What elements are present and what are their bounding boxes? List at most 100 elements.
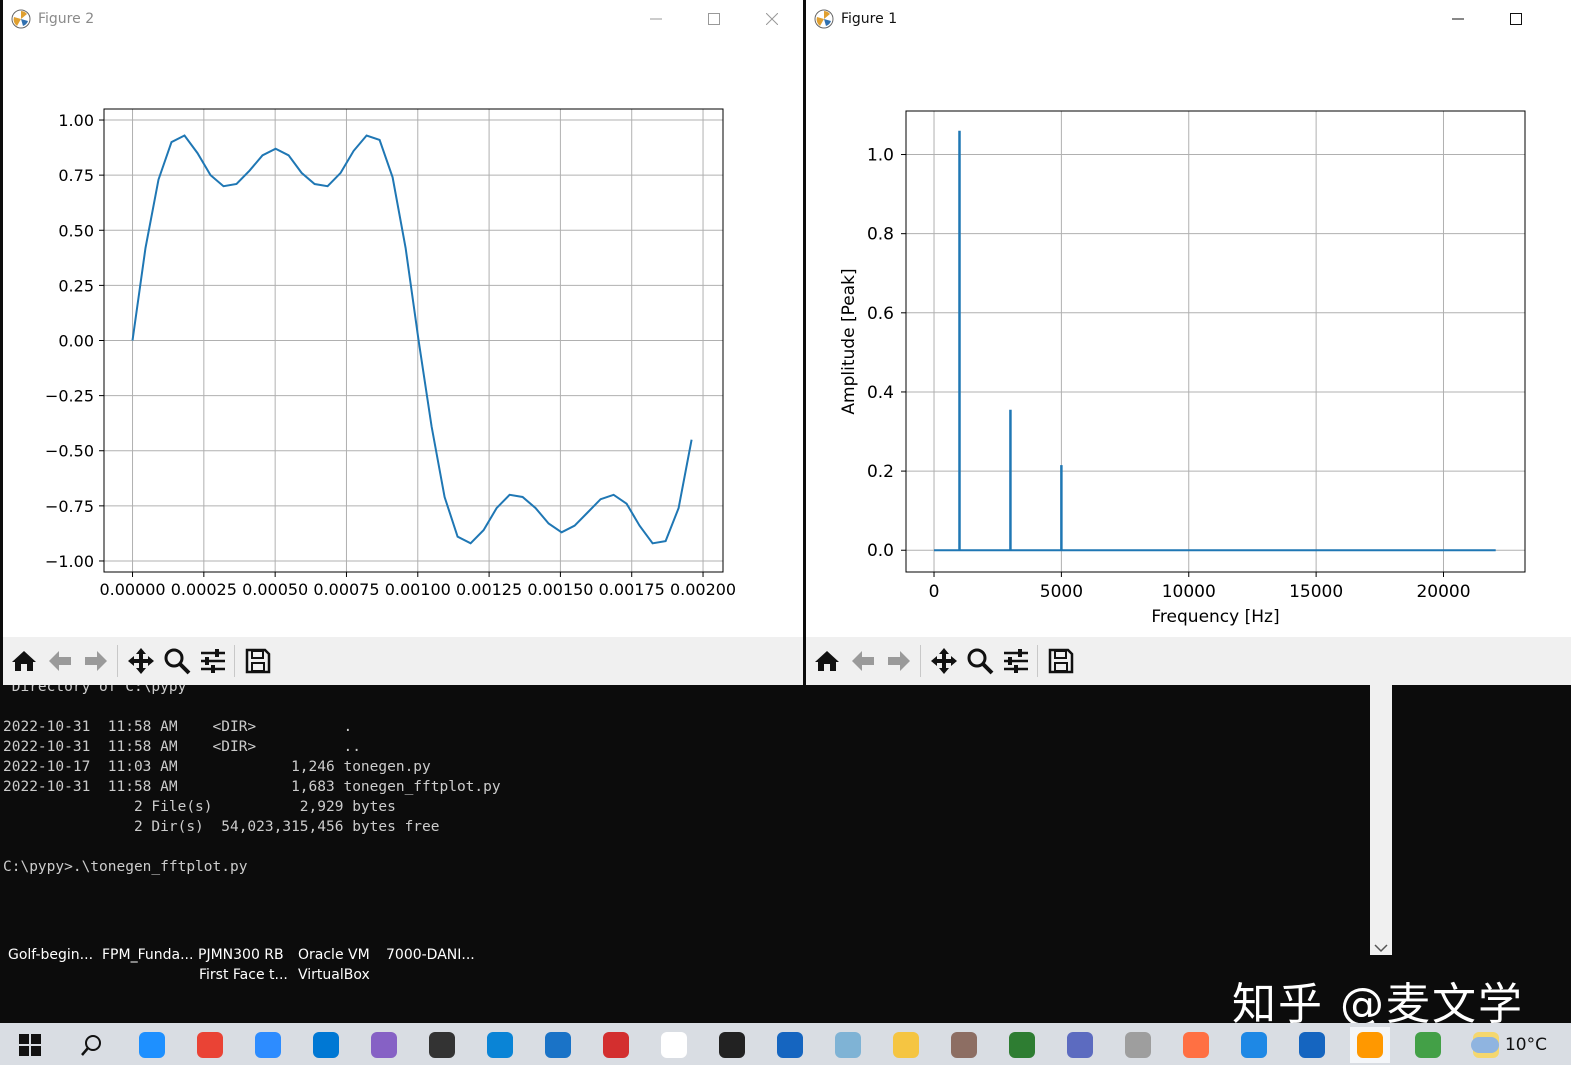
taskbar-app-button[interactable]	[944, 1027, 984, 1063]
minimize-button[interactable]	[1435, 6, 1481, 32]
console-line: 2022-10-31 11:58 AM <DIR> ..	[3, 739, 361, 755]
maximize-icon	[708, 13, 720, 25]
scroll-down-arrow-icon[interactable]	[1374, 943, 1388, 953]
taskbar-app-button[interactable]	[1292, 1027, 1332, 1063]
forward-arrow-icon	[888, 651, 910, 671]
forward-button[interactable]	[79, 644, 113, 678]
back-arrow-icon	[49, 651, 71, 671]
x-tick-label: 0.00050	[242, 580, 308, 599]
pan-button[interactable]	[124, 644, 158, 678]
matplotlib-logo-icon	[814, 9, 834, 29]
figure-1-window[interactable]: Figure 1 0 5000 10000 15000 20000 0.0 0.2 0.4 0.…	[806, 0, 1571, 685]
close-button[interactable]	[749, 6, 795, 32]
app-icon	[197, 1032, 223, 1058]
figure-2-plot[interactable]: 0.00000 0.00025 0.00050 0.00075 0.00100 0.001…	[3, 38, 803, 637]
desktop-icon-label[interactable]: First Face t...	[199, 967, 288, 983]
configure-subplots-button[interactable]	[999, 644, 1033, 678]
home-icon	[12, 651, 36, 671]
app-icon	[719, 1032, 745, 1058]
y-tick-label: −0.25	[45, 387, 94, 406]
x-tick-label: 20000	[1416, 582, 1470, 602]
pan-button[interactable]	[927, 644, 961, 678]
taskbar-app-button[interactable]	[248, 1027, 288, 1063]
figure-1-title: Figure 1	[841, 11, 898, 27]
pan-icon	[931, 648, 957, 674]
console-output[interactable]: Directory of C:\pypy 2022-10-31 11:58 AM…	[0, 685, 1370, 955]
zoom-button[interactable]	[160, 644, 194, 678]
y-tick-label: −0.75	[45, 497, 94, 516]
desktop-icon-label[interactable]: VirtualBox	[298, 967, 370, 983]
taskbar-app-button[interactable]	[770, 1027, 810, 1063]
pan-icon	[128, 648, 154, 674]
console-prompt-line: C:\pypy>.\tonegen_fftplot.py	[3, 859, 248, 875]
save-button[interactable]	[1044, 644, 1078, 678]
y-tick-label: −0.50	[45, 442, 94, 461]
y-tick-label: 0.50	[58, 221, 94, 240]
x-tick-label: 0.00175	[599, 580, 665, 599]
console-line: 2 File(s) 2,929 bytes	[3, 799, 396, 815]
start-button[interactable]	[10, 1027, 50, 1063]
minimize-button[interactable]	[633, 6, 679, 32]
taskbar-app-button[interactable]	[1350, 1027, 1390, 1063]
desktop-icon-label[interactable]: Golf-begin...	[8, 947, 93, 963]
console-scrollbar[interactable]	[1370, 685, 1392, 955]
taskbar-app-button[interactable]	[132, 1027, 172, 1063]
search-button[interactable]	[72, 1027, 112, 1063]
figure-2-window[interactable]: Figure 2 0.00000 0.00025 0.00050 0.00075 0.0…	[3, 0, 803, 685]
home-button[interactable]	[810, 644, 844, 678]
taskbar-app-button[interactable]	[1002, 1027, 1042, 1063]
taskbar-app-button[interactable]	[538, 1027, 578, 1063]
taskbar-app-button[interactable]	[1060, 1027, 1100, 1063]
save-button[interactable]	[241, 644, 275, 678]
taskbar-app-button[interactable]	[190, 1027, 230, 1063]
maximize-icon	[1510, 13, 1522, 25]
taskbar-app-button[interactable]	[886, 1027, 926, 1063]
taskbar-app-button[interactable]	[654, 1027, 694, 1063]
console-line: 2022-10-17 11:03 AM 1,246 tonegen.py	[3, 759, 431, 775]
y-tick-label: 0.8	[867, 225, 894, 245]
taskbar-app-button[interactable]	[1118, 1027, 1158, 1063]
app-icon	[313, 1032, 339, 1058]
forward-button[interactable]	[882, 644, 916, 678]
taskbar-app-button[interactable]	[364, 1027, 404, 1063]
taskbar-app-button[interactable]	[712, 1027, 752, 1063]
windows-logo-icon	[19, 1034, 41, 1056]
home-button[interactable]	[7, 644, 41, 678]
maximize-button[interactable]	[691, 6, 737, 32]
maximize-button[interactable]	[1493, 6, 1539, 32]
y-axis-label: Amplitude [Peak]	[839, 268, 859, 414]
desktop-icon-label[interactable]: FPM_Funda...	[102, 947, 193, 963]
back-button[interactable]	[846, 644, 880, 678]
desktop-icon-label[interactable]: Oracle VM	[298, 947, 370, 963]
search-icon	[81, 1035, 101, 1056]
taskbar-app-button[interactable]	[480, 1027, 520, 1063]
figure-1-plot[interactable]: 0 5000 10000 15000 20000 0.0 0.2 0.4 0.6 0.8 1.0 Fr…	[806, 38, 1571, 637]
configure-subplots-button[interactable]	[196, 644, 230, 678]
taskbar-app-button[interactable]	[596, 1027, 636, 1063]
taskbar-app-button[interactable]	[422, 1027, 462, 1063]
y-tick-label: 0.75	[58, 166, 94, 185]
desktop-icon-label[interactable]: PJMN300 RB	[198, 947, 284, 963]
home-icon	[815, 651, 839, 671]
taskbar-app-button[interactable]	[1176, 1027, 1216, 1063]
taskbar-app-button[interactable]	[1234, 1027, 1274, 1063]
toolbar-separator	[234, 645, 235, 677]
y-tick-label: 0.00	[58, 332, 94, 351]
desktop-icon-label[interactable]: 7000-DANI...	[386, 947, 475, 963]
taskbar-app-button[interactable]	[306, 1027, 346, 1063]
temperature-text: 10°C	[1504, 1035, 1547, 1055]
y-tick-label: 0.6	[867, 304, 894, 324]
zoom-button[interactable]	[963, 644, 997, 678]
figure-2-titlebar[interactable]: Figure 2	[3, 0, 803, 38]
y-tick-label: 0.2	[867, 462, 894, 482]
taskbar-app-button[interactable]	[1408, 1027, 1448, 1063]
forward-arrow-icon	[85, 651, 107, 671]
console-line: 2022-10-31 11:58 AM <DIR> .	[3, 719, 353, 735]
x-tick-label: 15000	[1289, 582, 1343, 602]
taskbar-app-button[interactable]	[828, 1027, 868, 1063]
axes-frame	[905, 110, 1526, 573]
figure-1-titlebar[interactable]: Figure 1	[806, 0, 1571, 38]
signal-series-line	[131, 134, 693, 545]
back-button[interactable]	[43, 644, 77, 678]
weather-widget[interactable]: 10°C	[1470, 1035, 1547, 1055]
